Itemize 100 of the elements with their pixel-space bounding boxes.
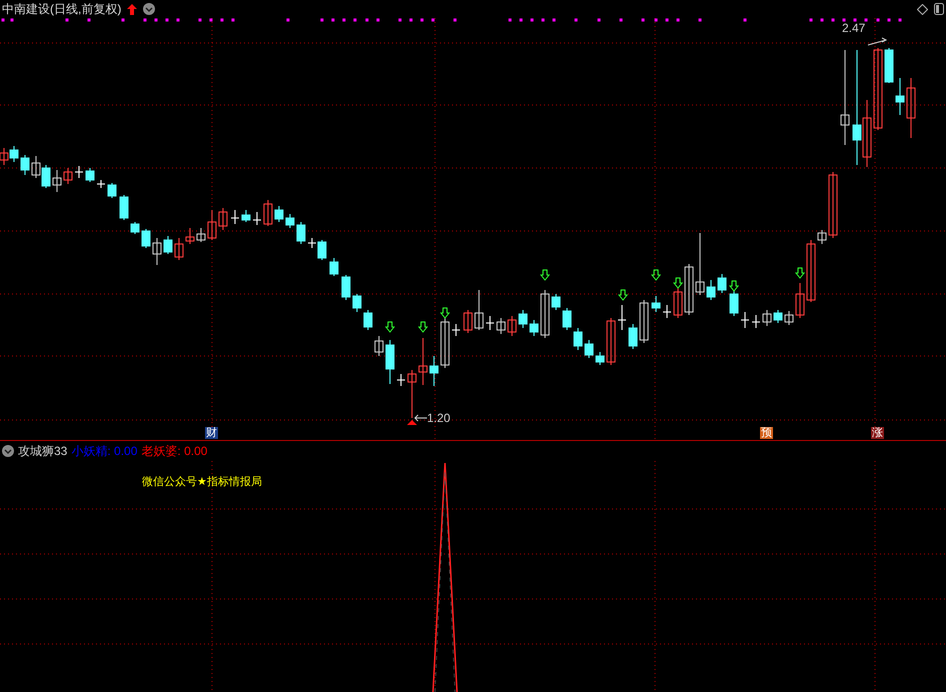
candlestick bbox=[352, 294, 362, 312]
candlestick bbox=[762, 310, 772, 326]
down-arrow-icon bbox=[418, 322, 428, 333]
candlestick bbox=[186, 228, 194, 244]
candlestick bbox=[440, 318, 450, 368]
candlestick bbox=[774, 310, 782, 324]
candlestick bbox=[20, 154, 30, 176]
candlestick bbox=[0, 148, 8, 166]
candlestick bbox=[130, 222, 140, 234]
candlestick bbox=[584, 340, 594, 358]
candlestick bbox=[884, 48, 894, 84]
candlestick bbox=[818, 230, 826, 244]
candlestick bbox=[518, 310, 528, 328]
candlestick bbox=[164, 236, 172, 254]
candlestick bbox=[828, 172, 838, 238]
candlestick bbox=[364, 310, 372, 330]
stock-title: 中南建设(日线,前复权) bbox=[2, 0, 122, 18]
candlestick bbox=[42, 164, 50, 188]
candlestick bbox=[296, 222, 306, 244]
candlestick bbox=[120, 194, 128, 220]
candlestick bbox=[464, 310, 472, 334]
triangle-marker-icon bbox=[407, 420, 417, 425]
indicator-value: 老妖婆: 0.00 bbox=[141, 442, 208, 460]
leader-arrow bbox=[868, 38, 888, 46]
candlestick bbox=[396, 374, 406, 386]
candlestick bbox=[274, 206, 284, 222]
down-arrow-icon bbox=[384, 322, 396, 333]
down-arrow-icon bbox=[794, 268, 806, 279]
down-arrow-icon bbox=[618, 290, 628, 301]
leader-arrow bbox=[414, 414, 428, 422]
candlestick bbox=[662, 304, 672, 318]
candlestick bbox=[152, 238, 162, 266]
candlestick bbox=[418, 338, 428, 386]
candlestick bbox=[574, 328, 582, 350]
candlestick bbox=[142, 228, 150, 248]
candlestick bbox=[540, 290, 550, 338]
chevron-down-icon[interactable] bbox=[2, 445, 14, 457]
candlestick bbox=[208, 210, 216, 240]
candlestick bbox=[52, 170, 62, 192]
indicator-note: 微信公众号★指标情报局 bbox=[142, 475, 262, 489]
candlestick bbox=[386, 340, 394, 384]
candlestick bbox=[684, 264, 694, 316]
candlestick bbox=[718, 274, 726, 294]
candlestick bbox=[230, 210, 240, 224]
candlestick bbox=[806, 240, 816, 302]
high-price-label: 2.47 bbox=[842, 21, 866, 35]
candlestick bbox=[640, 300, 648, 344]
candlestick bbox=[452, 324, 460, 336]
candlestick bbox=[706, 280, 716, 300]
candlestick bbox=[174, 238, 184, 260]
candlestick bbox=[218, 208, 228, 230]
down-arrow-icon bbox=[650, 270, 662, 281]
candlestick bbox=[508, 316, 516, 336]
candlestick bbox=[652, 296, 660, 312]
down-arrow-icon bbox=[540, 270, 550, 281]
candlestick bbox=[242, 210, 250, 222]
candlestick bbox=[408, 370, 416, 418]
candlestick bbox=[474, 290, 484, 330]
candlestick bbox=[196, 228, 206, 242]
candlestick bbox=[674, 288, 682, 318]
down-arrow-icon bbox=[728, 280, 740, 292]
candlestick bbox=[618, 304, 626, 330]
candlestick bbox=[330, 258, 338, 276]
indicator-value: 小妖精: 0.00 bbox=[71, 442, 138, 460]
candlestick bbox=[342, 274, 350, 300]
event-marker[interactable]: 财 bbox=[205, 427, 218, 439]
candlestick bbox=[530, 320, 538, 336]
candlestick bbox=[74, 166, 84, 178]
indicator-name: 攻城狮33 bbox=[18, 442, 68, 460]
candlestick bbox=[696, 232, 704, 296]
event-marker[interactable]: 预 bbox=[760, 427, 773, 439]
candlestick bbox=[264, 200, 272, 226]
candlestick bbox=[606, 318, 616, 366]
diamond-icon[interactable] bbox=[917, 4, 928, 14]
candlestick bbox=[486, 316, 494, 330]
candlestick bbox=[628, 324, 638, 350]
candlestick bbox=[496, 318, 506, 334]
toggle-icon[interactable] bbox=[934, 3, 944, 15]
candlestick bbox=[740, 312, 750, 328]
candlestick bbox=[430, 356, 438, 386]
candlestick bbox=[32, 156, 40, 178]
candlestick bbox=[552, 294, 560, 310]
candlestick bbox=[96, 180, 106, 188]
candlestick bbox=[374, 336, 384, 356]
candlestick bbox=[906, 78, 916, 138]
up-arrow-icon bbox=[127, 4, 138, 14]
candlestick bbox=[64, 168, 72, 184]
candlestick bbox=[796, 282, 804, 318]
down-arrow-icon bbox=[440, 308, 450, 319]
candlestick bbox=[286, 214, 294, 228]
candlestick bbox=[752, 314, 760, 328]
candlestick bbox=[562, 308, 572, 330]
candlestick bbox=[784, 310, 794, 326]
event-marker[interactable]: 涨 bbox=[871, 427, 884, 439]
candlestick bbox=[896, 78, 904, 116]
candlestick bbox=[86, 168, 94, 182]
candlestick bbox=[108, 182, 116, 198]
chevron-down-icon[interactable] bbox=[143, 3, 156, 15]
candlestick bbox=[10, 146, 18, 162]
candlestick bbox=[252, 212, 262, 226]
